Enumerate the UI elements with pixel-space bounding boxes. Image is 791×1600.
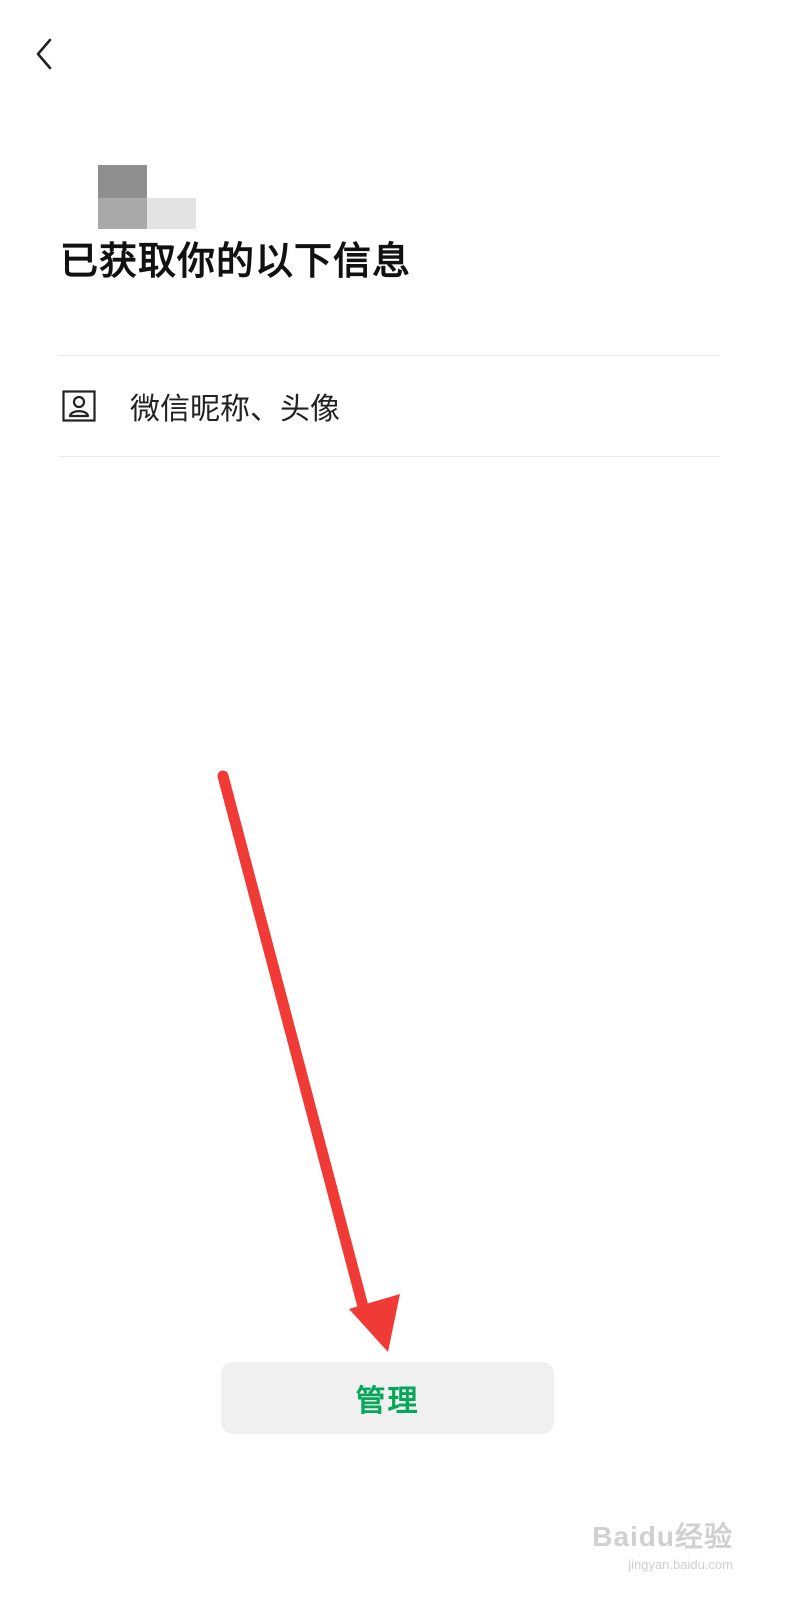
permission-item-nickname-avatar: 微信昵称、头像: [58, 356, 720, 456]
manage-button[interactable]: 管理: [221, 1362, 554, 1434]
app-logo: [98, 165, 196, 229]
chevron-left-icon: [36, 38, 52, 70]
watermark-url: jingyan.baidu.com: [628, 1557, 733, 1572]
watermark: Baidu经验 jingyan.baidu.com: [592, 1515, 733, 1572]
profile-card-icon: [62, 389, 96, 423]
divider: [58, 456, 720, 457]
permission-label: 微信昵称、头像: [130, 392, 340, 427]
page-title: 已获取你的以下信息: [60, 239, 412, 283]
back-button[interactable]: [22, 32, 66, 76]
watermark-brand: Baidu经验: [592, 1521, 733, 1552]
